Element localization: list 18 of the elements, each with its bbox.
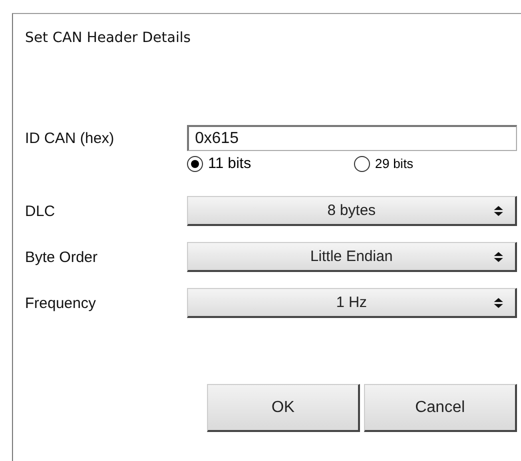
up-down-arrow-icon [494, 298, 503, 308]
radio-button[interactable] [354, 156, 370, 172]
dropdown[interactable]: 8 bytes [187, 196, 517, 226]
field-label: ID CAN (hex) [25, 130, 116, 146]
field-label: Byte Order [25, 248, 99, 266]
radio-button[interactable] [187, 156, 203, 172]
radio-label: 11 bits [208, 155, 252, 172]
up-down-arrow-icon [494, 252, 503, 262]
field-label: Frequency [25, 294, 97, 312]
up-down-arrow-icon [494, 206, 503, 216]
window-title: Set CAN Header Details [25, 30, 192, 46]
field-label: DLC [25, 202, 56, 220]
input-field[interactable]: 0x615 [187, 125, 517, 151]
radio-label: 29 bits [375, 156, 414, 171]
dropdown[interactable]: 1 Hz [187, 288, 517, 318]
dialog-button[interactable]: OK [207, 384, 360, 432]
dropdown[interactable]: Little Endian [187, 242, 517, 272]
dialog-button[interactable]: Cancel [364, 384, 517, 432]
